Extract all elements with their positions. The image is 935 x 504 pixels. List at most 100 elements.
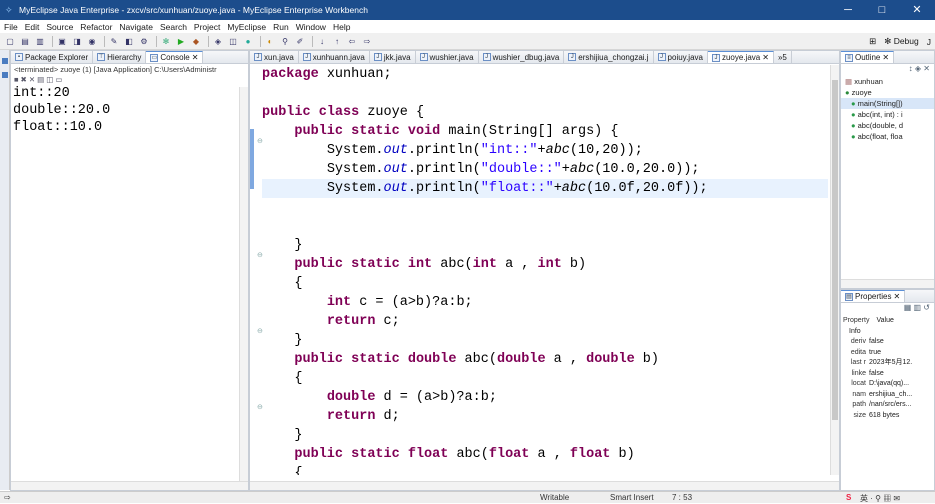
scroll-lock-icon[interactable]: ▤ <box>37 75 44 85</box>
minimized-view-icon[interactable] <box>2 72 8 78</box>
new-class-icon[interactable]: ● <box>242 36 254 47</box>
menu-source[interactable]: Source <box>46 22 73 32</box>
code-area[interactable]: ⊖ ⊖ ⊖ ⊖ package xunhuan; public class zu… <box>250 65 828 475</box>
property-row[interactable]: locat D:\java(qq)... <box>841 379 934 390</box>
property-row[interactable]: edita true <box>841 348 934 359</box>
server-icon[interactable]: ▣ <box>56 36 68 47</box>
restore-view-icon[interactable] <box>2 58 8 64</box>
java-perspective[interactable]: J <box>927 37 931 47</box>
outline-method[interactable]: ● main(String[]) <box>841 98 934 109</box>
forward-icon[interactable]: ⇨ <box>361 36 373 47</box>
close-icon[interactable]: ✕ <box>192 51 199 63</box>
run-external-icon[interactable]: ◆ <box>190 36 202 47</box>
status-quick-icon[interactable]: ⇨ <box>4 493 11 502</box>
outline-method[interactable]: ● abc(double, d <box>841 120 934 131</box>
ime-toolbar-icons[interactable]: 英 · ⚲ ▦ ✉ <box>860 493 900 504</box>
hide-static-icon[interactable]: ✕ <box>923 64 930 73</box>
open-perspective-icon[interactable]: ⊞ <box>869 36 876 47</box>
annotation-prev-icon[interactable]: ↑ <box>331 36 343 47</box>
outline-package[interactable]: ▦ xunhuan <box>841 76 934 87</box>
menu-run[interactable]: Run <box>273 22 289 32</box>
search-icon[interactable]: ⚲ <box>279 36 291 47</box>
menu-navigate[interactable]: Navigate <box>119 22 153 32</box>
more-tabs-button[interactable]: »5 <box>774 51 792 63</box>
property-row[interactable]: path/nan/src/ers... <box>841 400 934 411</box>
outline-method[interactable]: ● abc(float, floa <box>841 131 934 142</box>
mark-occurrences-icon[interactable]: ✐ <box>294 36 306 47</box>
menu-search[interactable]: Search <box>160 22 187 32</box>
maximize-button[interactable]: □ <box>865 0 899 20</box>
tab-xunhuann-java[interactable]: Jxunhuann.java <box>299 51 370 63</box>
menu-window[interactable]: Window <box>296 22 326 32</box>
debug-perspective[interactable]: ✻ Debug <box>884 36 919 47</box>
tab-zuoye-java[interactable]: Jzuoye.java ✕ <box>707 51 774 63</box>
property-value: /nan/src/ers... <box>869 401 912 408</box>
browser-icon[interactable]: ◉ <box>86 36 98 47</box>
back-icon[interactable]: ⇦ <box>346 36 358 47</box>
display-console-icon[interactable]: ▭ <box>55 75 62 85</box>
categories-icon[interactable]: ▦ <box>904 303 912 312</box>
debug-icon[interactable]: ✻ <box>160 36 172 47</box>
menu-project[interactable]: Project <box>194 22 220 32</box>
tab-poiuy-java[interactable]: Jpoiuy.java <box>654 51 708 63</box>
menu-myeclipse[interactable]: MyEclipse <box>227 22 266 32</box>
remove-launch-icon[interactable]: ✖ <box>21 75 27 85</box>
editor-horizontal-scrollbar[interactable] <box>250 481 839 490</box>
terminate-icon[interactable]: ■ <box>14 75 19 85</box>
tab-jkk-java[interactable]: Jjkk.java <box>370 51 416 63</box>
restore-default-icon[interactable]: ↺ <box>923 303 930 312</box>
tab-wushier-java[interactable]: Jwushier.java <box>416 51 479 63</box>
code-token: (10,20)); <box>569 143 643 158</box>
run-icon[interactable]: ▶ <box>175 36 187 47</box>
tab-xun-java[interactable]: Jxun.java <box>250 51 299 63</box>
menu-file[interactable]: File <box>4 22 18 32</box>
tab-package-explorer[interactable]: ▪ Package Explorer <box>11 51 94 63</box>
property-row[interactable]: last r 2023年5月12. <box>841 358 934 369</box>
code-editor: Jxun.java Jxunhuann.java Jjkk.java Jwush… <box>249 50 840 491</box>
console-vertical-scrollbar[interactable] <box>239 87 248 482</box>
tab-outline[interactable]: ≡ Outline ✕ <box>841 51 895 63</box>
property-row[interactable]: linke false <box>841 369 934 380</box>
menu-help[interactable]: Help <box>333 22 350 32</box>
tab-properties[interactable]: ▤ Properties ✕ <box>841 290 906 302</box>
tab-wushier-dbug-java[interactable]: Jwushier_dbug.java <box>479 51 565 63</box>
editor-vertical-scrollbar[interactable] <box>830 65 839 475</box>
new-java-project-icon[interactable]: ◈ <box>212 36 224 47</box>
new-package-icon[interactable]: ◫ <box>227 36 239 47</box>
tab-ershijiua-chongzai[interactable]: Jershijiua_chongzai.j <box>564 51 654 63</box>
scroll-thumb[interactable] <box>832 80 838 420</box>
settings-icon[interactable]: ⚙ <box>138 36 150 47</box>
close-icon[interactable]: ✕ <box>893 290 900 302</box>
save-icon[interactable]: ▤ <box>19 36 31 47</box>
deploy-icon[interactable]: ◨ <box>71 36 83 47</box>
sort-icon[interactable]: ↕ <box>909 64 913 73</box>
tab-hierarchy[interactable]: ⊤ Hierarchy <box>93 51 147 63</box>
tab-console[interactable]: ▭ Console ✕ <box>146 51 204 63</box>
remove-all-icon[interactable]: ✕ <box>29 75 35 85</box>
menu-refactor[interactable]: Refactor <box>80 22 112 32</box>
menu-edit[interactable]: Edit <box>25 22 40 32</box>
property-row[interactable]: deriv false <box>841 337 934 348</box>
annotation-next-icon[interactable]: ↓ <box>316 36 328 47</box>
hide-fields-icon[interactable]: ◈ <box>915 64 921 73</box>
close-icon[interactable]: ✕ <box>882 51 889 63</box>
wizard-icon[interactable]: ✎ <box>108 36 120 47</box>
pin-console-icon[interactable]: ◫ <box>46 75 53 85</box>
outline-method[interactable]: ● abc(int, int) : i <box>841 109 934 120</box>
property-row[interactable]: size 618 bytes <box>841 411 934 422</box>
new-icon[interactable]: ▢ <box>4 36 16 47</box>
open-task-icon[interactable]: ◐ <box>264 36 276 47</box>
open-type-icon[interactable]: ◧ <box>123 36 135 47</box>
minimize-button[interactable]: ─ <box>831 0 865 20</box>
property-row[interactable]: nam ershijiua_ch... <box>841 390 934 401</box>
outline-label: abc(float, floa <box>857 132 903 141</box>
close-icon[interactable]: ✕ <box>762 51 769 63</box>
outline-horizontal-scrollbar[interactable] <box>841 279 934 288</box>
console-horizontal-scrollbar[interactable] <box>11 481 248 490</box>
ime-logo-icon[interactable]: S <box>846 493 851 502</box>
outline-class[interactable]: ● zuoye <box>841 87 934 98</box>
close-button[interactable]: ✕ <box>900 0 934 20</box>
advanced-icon[interactable]: ▥ <box>914 303 922 312</box>
code-token: } <box>294 428 303 443</box>
print-icon[interactable]: ▥ <box>34 36 46 47</box>
